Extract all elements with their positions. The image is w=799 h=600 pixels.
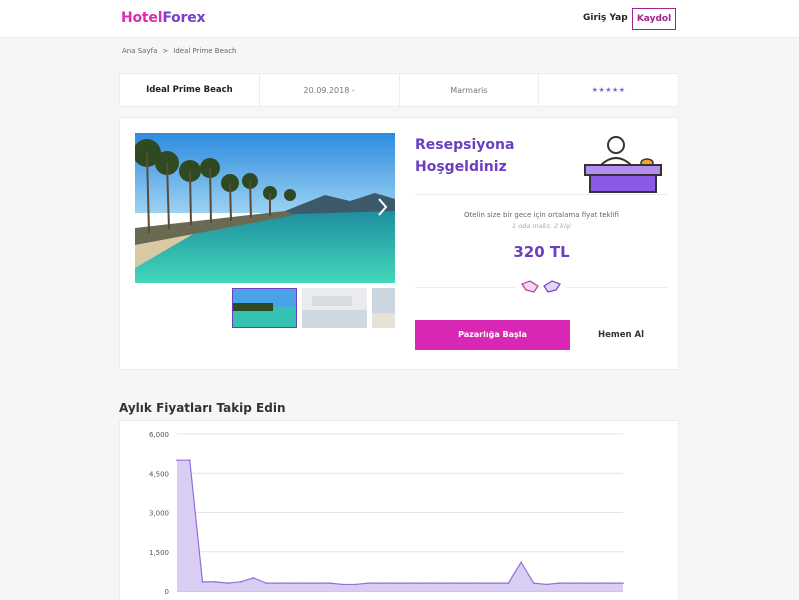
next-image-arrow[interactable] bbox=[378, 198, 388, 221]
handshake-icon bbox=[516, 278, 566, 300]
price-point[interactable] bbox=[431, 582, 433, 584]
price-point[interactable] bbox=[380, 582, 382, 584]
price-point[interactable] bbox=[303, 582, 306, 584]
hotel-location: Marmaris bbox=[400, 74, 540, 106]
offer-price: 320 TL bbox=[513, 243, 570, 261]
hotel-name: Ideal Prime Beach bbox=[120, 74, 260, 106]
hotel-main-image[interactable] bbox=[135, 133, 395, 283]
offer-card: Resepsiyona Hoşgeldiniz Otelin size bir … bbox=[119, 117, 679, 370]
stay-date: 20.09.2018 - bbox=[260, 74, 400, 106]
breadcrumb-separator: > bbox=[162, 47, 169, 55]
hotelforex-logo[interactable]: HotelForex bbox=[121, 10, 206, 26]
price-point[interactable] bbox=[176, 459, 178, 461]
top-navbar: HotelForex Giriş Yap Kaydol bbox=[0, 0, 799, 38]
thumb-pool-icon bbox=[302, 288, 367, 328]
price-point[interactable] bbox=[405, 582, 408, 584]
reception-desk-icon bbox=[580, 126, 670, 200]
breadcrumb-home[interactable]: Ana Sayfa bbox=[122, 47, 157, 55]
price-point[interactable] bbox=[278, 582, 280, 584]
thumbnail-1[interactable] bbox=[232, 288, 297, 328]
price-point[interactable] bbox=[545, 583, 548, 586]
price-point[interactable] bbox=[609, 582, 612, 584]
thumbnail-2[interactable] bbox=[302, 288, 367, 328]
price-point[interactable] bbox=[214, 581, 217, 583]
price-point[interactable] bbox=[316, 582, 318, 584]
chevron-right-icon bbox=[378, 198, 388, 216]
price-point[interactable] bbox=[596, 582, 599, 584]
price-point[interactable] bbox=[418, 582, 420, 584]
login-link[interactable]: Giriş Yap bbox=[583, 13, 628, 23]
price-point[interactable] bbox=[227, 582, 229, 584]
price-point[interactable] bbox=[571, 582, 573, 584]
price-point[interactable] bbox=[533, 582, 535, 584]
price-line bbox=[177, 459, 623, 586]
logo-text-forex: Forex bbox=[162, 10, 206, 26]
price-point[interactable] bbox=[456, 582, 459, 584]
price-point[interactable] bbox=[341, 583, 344, 586]
price-point[interactable] bbox=[469, 582, 471, 584]
beach-photo bbox=[135, 133, 395, 283]
hotel-info-bar: Ideal Prime Beach 20.09.2018 - Marmaris … bbox=[119, 73, 679, 107]
price-point[interactable] bbox=[290, 582, 293, 584]
y-tick-label: 4,500 bbox=[149, 470, 169, 478]
price-point[interactable] bbox=[188, 459, 191, 461]
y-tick-label: 0 bbox=[165, 588, 169, 596]
logo-text-hotel: Hotel bbox=[121, 10, 163, 26]
divider bbox=[415, 194, 668, 195]
thumb-palm-icon bbox=[372, 288, 395, 328]
avg-price-caption: Otelin size bir gece için ortalama fiyat… bbox=[464, 211, 619, 219]
rating-cell: ★★★★★ bbox=[539, 74, 678, 106]
thumbnail-3[interactable] bbox=[372, 288, 395, 328]
price-chart-container: 0 1,500 3,000 4,500 6,000 bbox=[119, 420, 679, 600]
price-point[interactable] bbox=[583, 582, 586, 584]
price-point[interactable] bbox=[622, 582, 624, 584]
y-tick-label: 6,000 bbox=[149, 431, 169, 439]
price-point[interactable] bbox=[252, 577, 255, 579]
breadcrumb: Ana Sayfa > Ideal Prime Beach bbox=[122, 47, 236, 55]
buy-now-button[interactable]: Hemen Al bbox=[580, 320, 662, 350]
guest-info: 1 oda maks. 2 kişi bbox=[512, 222, 571, 230]
star-rating: ★★★★★ bbox=[591, 86, 626, 94]
signup-button[interactable]: Kaydol bbox=[632, 8, 676, 30]
price-point[interactable] bbox=[367, 582, 369, 584]
price-point[interactable] bbox=[520, 561, 522, 564]
price-point[interactable] bbox=[507, 582, 510, 584]
monthly-price-chart: 0 1,500 3,000 4,500 6,000 bbox=[149, 431, 624, 596]
welcome-line-1: Resepsiyona bbox=[415, 137, 515, 153]
price-point[interactable] bbox=[392, 582, 395, 584]
price-point[interactable] bbox=[443, 582, 446, 584]
price-area bbox=[177, 460, 623, 591]
start-negotiation-button[interactable]: Pazarlığa Başla bbox=[415, 320, 570, 350]
price-point[interactable] bbox=[494, 582, 497, 584]
price-point[interactable] bbox=[265, 582, 267, 584]
welcome-line-2: Hoşgeldiniz bbox=[415, 159, 507, 175]
welcome-heading: Resepsiyona Hoşgeldiniz bbox=[415, 134, 555, 178]
thumb-beach-icon bbox=[233, 289, 296, 327]
breadcrumb-current: Ideal Prime Beach bbox=[173, 47, 237, 55]
monthly-prices-title: Aylık Fiyatları Takip Edin bbox=[119, 401, 286, 415]
price-point[interactable] bbox=[201, 581, 204, 583]
price-point[interactable] bbox=[239, 581, 242, 583]
price-point[interactable] bbox=[558, 582, 561, 584]
price-point[interactable] bbox=[482, 582, 484, 584]
y-tick-label: 1,500 bbox=[149, 549, 169, 557]
y-tick-label: 3,000 bbox=[149, 510, 169, 518]
price-point[interactable] bbox=[354, 583, 357, 586]
price-point[interactable] bbox=[329, 582, 331, 584]
